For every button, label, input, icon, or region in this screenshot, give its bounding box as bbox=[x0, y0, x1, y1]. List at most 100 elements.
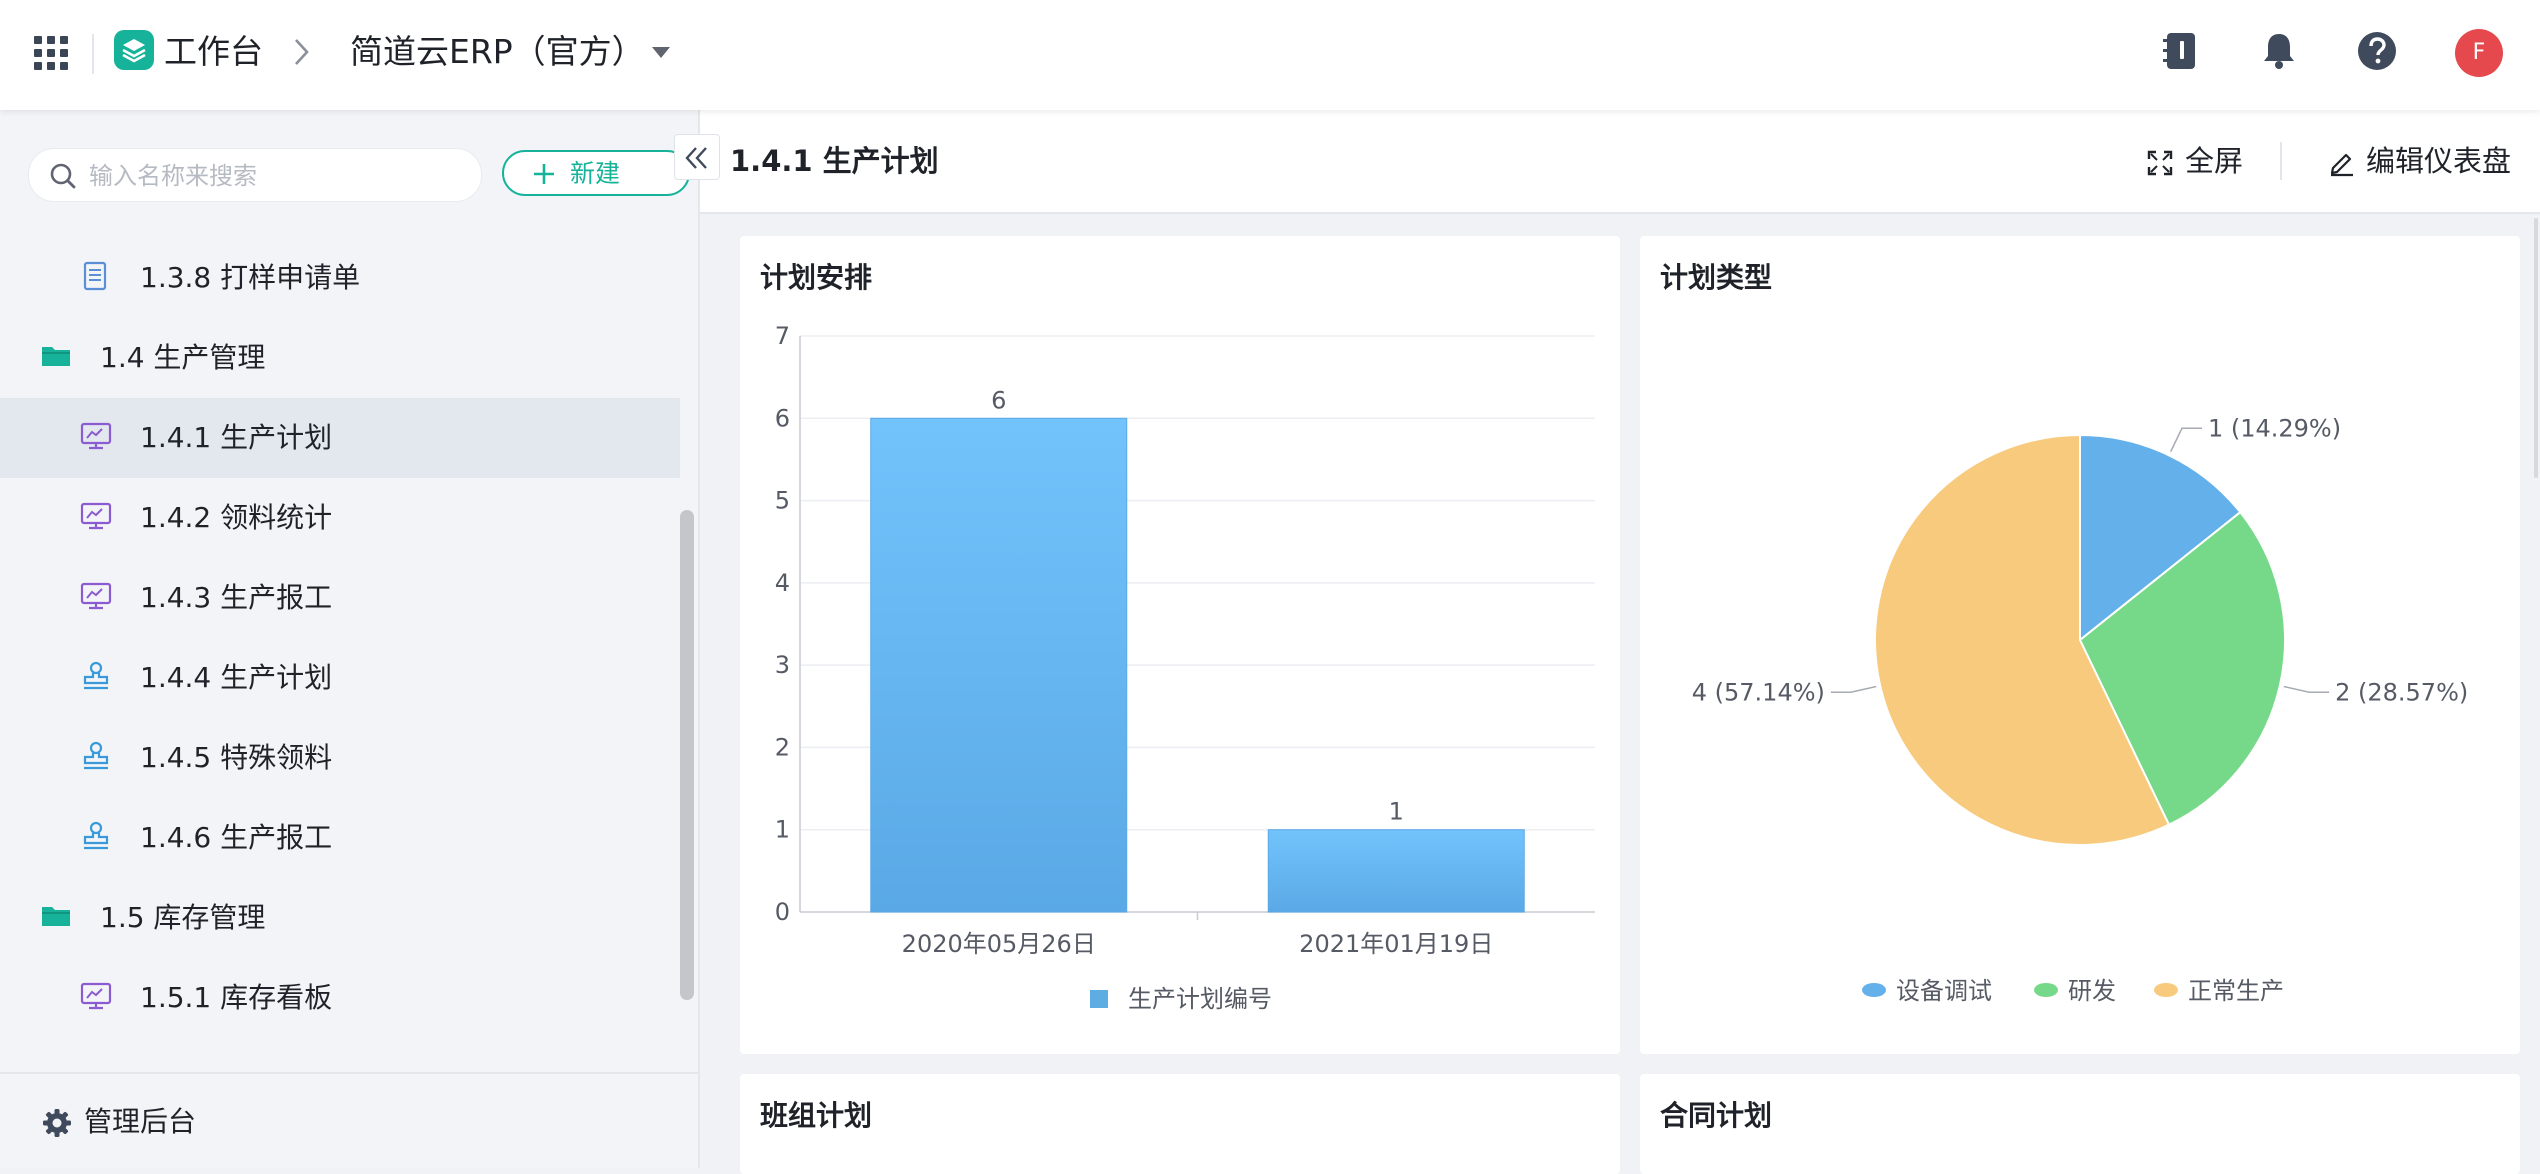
folder-icon bbox=[42, 347, 70, 366]
sidebar: 新建 1.3.7 …1.3.8 打样申请单1.4 生产管理1.4.1 生产计划1… bbox=[0, 110, 700, 1168]
folder-icon bbox=[42, 907, 70, 926]
document-icon bbox=[83, 261, 107, 291]
bar bbox=[870, 417, 1128, 913]
legend-label: 正常生产 bbox=[2188, 977, 2284, 1005]
fullscreen-icon bbox=[2147, 150, 2173, 176]
search-icon bbox=[50, 163, 76, 189]
legend-swatch bbox=[2034, 983, 2058, 997]
stamp-icon bbox=[83, 741, 109, 770]
edit-pencil-icon bbox=[2330, 153, 2353, 177]
sidebar-item[interactable]: 1.4.1 生产计划 bbox=[0, 398, 680, 478]
sidebar-item-label: 1.4.4 生产计划 bbox=[140, 661, 333, 694]
stamp-icon bbox=[83, 661, 109, 690]
pie-data-label: 1 (14.29%) bbox=[2208, 414, 2341, 442]
pie-leader-line bbox=[1830, 685, 1877, 694]
y-tick-label: 4 bbox=[775, 569, 790, 597]
legend-swatch bbox=[2154, 983, 2178, 997]
y-tick-label: 2 bbox=[775, 733, 790, 761]
legend-label: 生产计划编号 bbox=[1128, 985, 1272, 1013]
app-name[interactable]: 简道云ERP（官方） bbox=[350, 28, 645, 76]
sidebar-item-label: 1.3.7 … bbox=[140, 214, 248, 218]
y-tick-label: 6 bbox=[775, 404, 790, 432]
dashboard-icon bbox=[80, 982, 112, 1010]
sidebar-footer: 管理后台 bbox=[0, 1072, 698, 1170]
topbar-divider bbox=[92, 34, 94, 74]
apps-grid-icon[interactable] bbox=[34, 36, 68, 70]
workbench-link[interactable]: 工作台 bbox=[164, 28, 263, 76]
legend-label: 设备调试 bbox=[1896, 977, 1992, 1005]
legend-swatch bbox=[1090, 990, 1108, 1008]
header-divider bbox=[2280, 142, 2282, 180]
sidebar-item-label: 1.5 库存管理 bbox=[100, 901, 266, 934]
team-plan-card: 班组计划 bbox=[740, 1074, 1620, 1174]
sidebar-item[interactable]: 1.4.4 生产计划 bbox=[0, 638, 680, 718]
sidebar-folder[interactable]: 1.5 库存管理 bbox=[0, 878, 680, 958]
help-icon[interactable] bbox=[2354, 28, 2400, 74]
y-tick-label: 5 bbox=[775, 487, 790, 515]
contract-plan-title: 合同计划 bbox=[1660, 1099, 1773, 1132]
app-dropdown-caret-icon[interactable] bbox=[652, 47, 670, 58]
sidebar-item-label: 1.3.8 打样申请单 bbox=[140, 261, 361, 294]
legend-swatch bbox=[1862, 983, 1886, 997]
plan-type-card: 计划类型 1 (14.29%) 2 (28.57%) 4 (57.14%) 设备调试研… bbox=[1640, 236, 2520, 1054]
bell-icon[interactable] bbox=[2256, 28, 2302, 74]
user-avatar[interactable]: F bbox=[2455, 29, 2503, 77]
sidebar-scrollbar[interactable] bbox=[680, 510, 694, 1000]
dashboard-icon bbox=[80, 502, 112, 530]
collapse-sidebar-button[interactable] bbox=[674, 134, 720, 180]
legend-label: 研发 bbox=[2068, 977, 2116, 1005]
top-bar: 工作台 简道云ERP（官方） F bbox=[0, 0, 2540, 110]
breadcrumb-chevron-icon bbox=[295, 39, 309, 65]
sidebar-item-label: 1.4.5 特殊领料 bbox=[140, 741, 333, 774]
y-tick-label: 1 bbox=[775, 816, 790, 844]
fullscreen-label: 全屏 bbox=[2185, 144, 2244, 178]
team-plan-title: 班组计划 bbox=[760, 1099, 873, 1132]
plan-schedule-card: 计划安排 0 1 2 3 4 5 6 7 6 2020年05月26日 1 2021年01月19日 生产计… bbox=[740, 236, 1620, 1054]
search-input[interactable] bbox=[87, 159, 461, 193]
jiandaoyun-logo-icon bbox=[114, 30, 154, 70]
pie-leader-line bbox=[2170, 427, 2202, 453]
notebook-icon[interactable] bbox=[2158, 28, 2204, 74]
plan-type-pie-chart: 1 (14.29%) 2 (28.57%) 4 (57.14%) 设备调试 研发 正常生产 bbox=[1692, 414, 2468, 1005]
dashboard-header: 1.4.1 生产计划 全屏 编辑仪表盘 bbox=[700, 110, 2540, 214]
sidebar-item[interactable]: 1.4.6 生产报工 bbox=[0, 798, 680, 878]
bar-data-label: 1 bbox=[1389, 798, 1404, 826]
sidebar-item[interactable]: 1.4.3 生产报工 bbox=[0, 558, 680, 638]
sidebar-item-label: 1.4 生产管理 bbox=[100, 341, 266, 374]
plus-icon bbox=[534, 164, 554, 184]
bar-data-label: 6 bbox=[991, 386, 1006, 414]
y-tick-label: 3 bbox=[775, 651, 790, 679]
sidebar-item[interactable]: 1.4.2 领料统计 bbox=[0, 478, 680, 558]
dashboard-icon bbox=[80, 422, 112, 450]
main-scrollbar[interactable] bbox=[2534, 218, 2538, 478]
sidebar-item[interactable]: 1.3.8 打样申请单 bbox=[0, 238, 680, 318]
sidebar-item[interactable]: 1.4.5 特殊领料 bbox=[0, 718, 680, 798]
new-button[interactable]: 新建 bbox=[502, 150, 690, 196]
dashboard-icon bbox=[80, 582, 112, 610]
sidebar-item[interactable]: 1.3.7 … bbox=[0, 214, 680, 238]
sidebar-item[interactable]: 1.5.1 库存看板 bbox=[0, 958, 680, 1038]
stamp-icon bbox=[83, 821, 109, 850]
new-button-label: 新建 bbox=[570, 159, 621, 188]
dashboard-title: 1.4.1 生产计划 bbox=[730, 144, 939, 178]
x-tick-label: 2020年05月26日 bbox=[902, 930, 1096, 958]
double-chevron-left-icon bbox=[685, 147, 707, 169]
sidebar-item-label: 1.4.3 生产报工 bbox=[140, 581, 333, 614]
sidebar-item-label: 1.4.1 生产计划 bbox=[140, 421, 333, 454]
sidebar-item-label: 1.5.1 库存看板 bbox=[140, 981, 333, 1014]
sidebar-tree: 1.3.7 … 1.3.8 打样申请单 1.4 生产管理 1.4.1 生产计划 1.4.… bbox=[0, 214, 680, 1060]
pie-leader-line bbox=[2283, 685, 2330, 694]
x-tick-label: 2021年01月19日 bbox=[1299, 930, 1493, 958]
sidebar-item-label: 1.4.6 生产报工 bbox=[140, 821, 333, 854]
contract-plan-card: 合同计划 bbox=[1640, 1074, 2520, 1174]
gear-icon bbox=[43, 1109, 71, 1137]
pie-data-label: 4 (57.14%) bbox=[1692, 678, 1825, 706]
sidebar-search[interactable] bbox=[28, 148, 482, 202]
sidebar-folder[interactable]: 1.4 生产管理 bbox=[0, 318, 680, 398]
admin-console-label: 管理后台 bbox=[84, 1105, 197, 1138]
sidebar-item-label: 1.4.2 领料统计 bbox=[140, 501, 333, 534]
plan-schedule-bar-chart: 0 1 2 3 4 5 6 7 6 2020年05月26日 1 2021年01月19日生产计划编号 bbox=[775, 322, 1595, 1013]
y-tick-label: 7 bbox=[775, 322, 790, 350]
pie-data-label: 2 (28.57%) bbox=[2335, 678, 2468, 706]
bar bbox=[1267, 829, 1525, 913]
